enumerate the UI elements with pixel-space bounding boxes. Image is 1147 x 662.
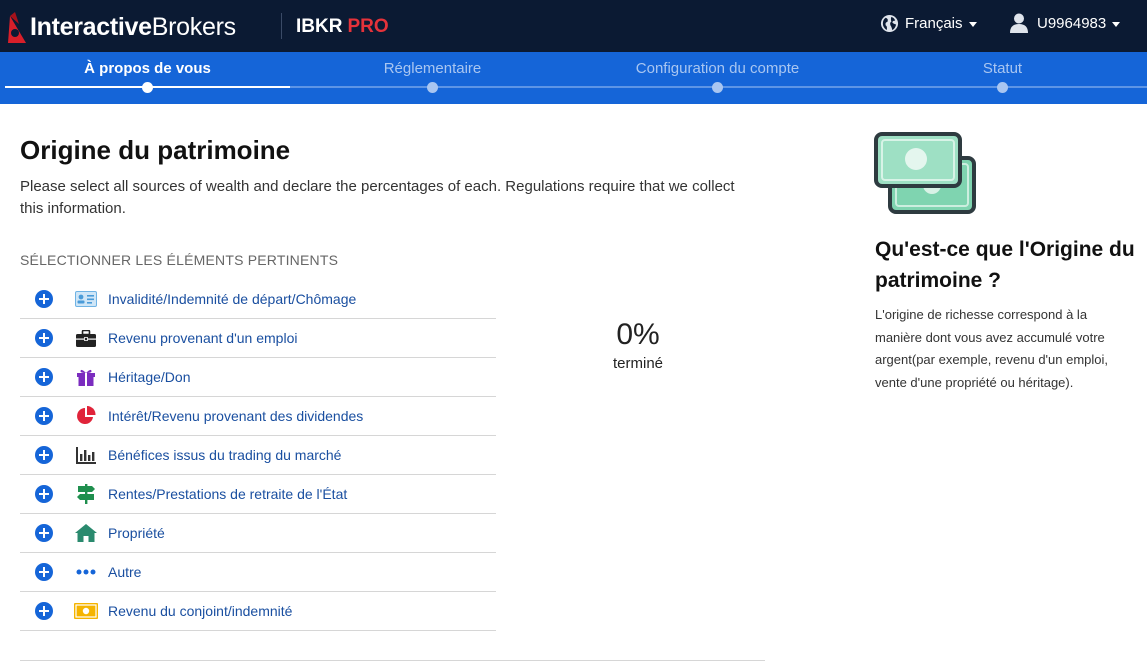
user-menu[interactable]: U9964983: [1010, 13, 1121, 33]
list-item-label: Revenu du conjoint/indemnité: [108, 603, 293, 619]
step-dot-account-configuration: [712, 82, 723, 93]
list-item-disability[interactable]: Invalidité/Indemnité de départ/Chômage: [20, 280, 496, 319]
sidebar-description: L'origine de richesse correspond à la ma…: [875, 307, 1109, 390]
step-dot-status: [997, 82, 1008, 93]
step-status[interactable]: Statut: [860, 60, 1145, 77]
chevron-down-icon: [968, 22, 977, 27]
step-regulatory[interactable]: Réglementaire: [290, 60, 575, 77]
ellipsis-icon: [74, 562, 98, 582]
list-item-trading-profits[interactable]: Bénéfices issus du trading du marché: [20, 436, 496, 475]
step-about-you[interactable]: À propos de vous: [5, 60, 290, 77]
interactive-brokers-logo[interactable]: InteractiveBrokers: [6, 10, 236, 44]
top-navigation-bar: InteractiveBrokers IBKR PRO Français U996…: [0, 0, 1147, 52]
list-item-other[interactable]: Autre: [20, 553, 496, 592]
step-account-configuration[interactable]: Configuration du compte: [575, 60, 860, 77]
header-divider: [281, 13, 282, 39]
wealth-source-list: Invalidité/Indemnité de départ/Chômage R…: [20, 280, 496, 631]
chevron-down-icon: [1112, 21, 1121, 27]
page-title: Origine du patrimoine: [20, 135, 291, 165]
add-icon[interactable]: [35, 524, 53, 542]
list-item-spouse-income[interactable]: Revenu du conjoint/indemnité: [20, 592, 496, 631]
list-item-label: Héritage/Don: [108, 369, 191, 385]
step-dot-regulatory: [427, 82, 438, 93]
list-item-property[interactable]: Propriété: [20, 514, 496, 553]
completion-label: terminé: [612, 355, 664, 372]
section-divider: [20, 660, 765, 661]
list-item-label: Rentes/Prestations de retraite de l'État: [108, 486, 348, 502]
add-icon[interactable]: [35, 485, 53, 503]
banknote-icon: [74, 601, 98, 621]
id-card-icon: [74, 289, 98, 309]
account-id: U9964983: [1037, 14, 1107, 32]
globe-icon: [880, 14, 899, 33]
add-icon[interactable]: [35, 407, 53, 425]
list-item-inheritance[interactable]: Héritage/Don: [20, 358, 496, 397]
house-icon: [74, 523, 98, 543]
ib-logo-icon: [8, 12, 26, 43]
step-dot-about-you: [142, 82, 153, 93]
list-item-label: Intérêt/Revenu provenant des dividendes: [108, 408, 364, 424]
add-icon[interactable]: [35, 368, 53, 386]
product-name: IBKR PRO: [296, 16, 389, 37]
money-bills-icon: [874, 132, 976, 219]
list-item-label: Invalidité/Indemnité de départ/Chômage: [108, 291, 357, 307]
language-label: Français: [905, 15, 963, 32]
list-item-label: Propriété: [108, 525, 165, 541]
list-item-interest-dividends[interactable]: Intérêt/Revenu provenant des dividendes: [20, 397, 496, 436]
signpost-icon: [74, 484, 98, 504]
add-icon[interactable]: [35, 446, 53, 464]
completion-percentage: 0%: [616, 318, 660, 351]
gift-icon: [74, 367, 98, 387]
add-icon[interactable]: [35, 602, 53, 620]
section-label: SÉLECTIONNER LES ÉLÉMENTS PERTINENTS: [20, 252, 339, 268]
bar-chart-icon: [74, 445, 98, 465]
list-item-label: Revenu provenant d'un emploi: [108, 330, 298, 346]
briefcase-icon: [74, 328, 98, 348]
user-icon: [1010, 13, 1028, 33]
page-intro: Please select all sources of wealth and …: [20, 178, 735, 217]
add-icon[interactable]: [35, 290, 53, 308]
add-icon[interactable]: [35, 329, 53, 347]
list-item-label: Autre: [108, 564, 142, 580]
sidebar-title: Qu'est-ce que l'Origine du patrimoine ?: [875, 238, 1135, 292]
add-icon[interactable]: [35, 563, 53, 581]
list-item-label: Bénéfices issus du trading du marché: [108, 447, 342, 463]
list-item-employment[interactable]: Revenu provenant d'un emploi: [20, 319, 496, 358]
list-item-pensions[interactable]: Rentes/Prestations de retraite de l'État: [20, 475, 496, 514]
language-selector[interactable]: Français: [880, 14, 977, 33]
logo-text: InteractiveBrokers: [30, 12, 236, 41]
pie-chart-icon: [74, 406, 98, 426]
